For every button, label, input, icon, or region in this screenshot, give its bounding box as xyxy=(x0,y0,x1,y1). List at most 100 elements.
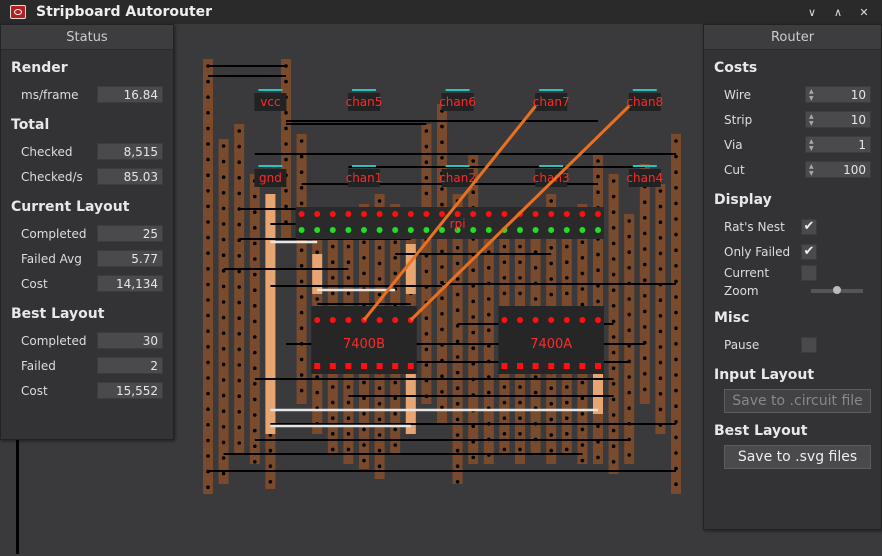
strip-hole xyxy=(611,257,616,261)
strip-hole xyxy=(658,251,663,256)
spin-arrows-icon[interactable]: ▲ ▼ xyxy=(809,88,814,102)
strip-hole xyxy=(221,456,226,460)
strip-hole xyxy=(565,385,569,389)
strip-hole xyxy=(221,315,226,320)
strip-hole xyxy=(596,190,600,194)
checked-value: 8,515 xyxy=(97,143,163,160)
strip-hole xyxy=(253,210,257,214)
strip-hole xyxy=(377,261,382,266)
save-svg-button[interactable]: Save to .svg files xyxy=(724,445,871,469)
spin-arrows-icon[interactable]: ▲ ▼ xyxy=(809,113,814,127)
rpi-pin xyxy=(501,211,508,217)
rpi-pin xyxy=(517,227,523,233)
strip-hole xyxy=(596,268,600,272)
rpi-pin xyxy=(345,211,352,217)
strip-hole xyxy=(206,204,210,209)
strip-hole xyxy=(299,139,304,143)
strip-hole xyxy=(487,328,491,333)
strip-hole xyxy=(299,326,304,331)
wire-cost-spinbox[interactable]: ▲ ▼ 10 xyxy=(805,86,871,103)
strip-hole xyxy=(237,254,241,258)
strip-hole xyxy=(627,266,631,270)
strip-hole xyxy=(455,464,460,469)
strip-hole xyxy=(611,319,616,324)
strip-hole xyxy=(627,328,631,333)
strip-hole xyxy=(643,294,647,298)
strip-hole xyxy=(611,272,616,277)
strip-hole xyxy=(611,179,616,183)
rpi-pin xyxy=(579,211,586,217)
only-failed-checkbox[interactable]: ✔ xyxy=(801,243,817,260)
close-button[interactable]: ✕ xyxy=(854,3,874,21)
zoom-slider[interactable] xyxy=(811,286,863,294)
rpi-pin xyxy=(361,227,367,233)
strip-hole xyxy=(221,144,226,148)
strip-hole xyxy=(627,406,631,411)
strip-hole xyxy=(627,219,631,223)
spin-arrows-icon[interactable]: ▲ ▼ xyxy=(809,163,814,177)
strip-hole xyxy=(549,292,553,297)
strip-hole xyxy=(362,427,366,432)
strip-hole xyxy=(611,226,616,230)
strip-hole xyxy=(455,370,460,375)
strip-hole xyxy=(565,416,569,421)
rpi-pin xyxy=(485,211,492,217)
strip-hole xyxy=(643,372,647,376)
strip-hole xyxy=(377,246,382,250)
rpi-pin xyxy=(595,211,601,217)
chip-7400a-pin xyxy=(579,317,586,323)
strip-hole xyxy=(580,458,585,463)
strip-cost-value: 10 xyxy=(850,113,866,127)
save-circuit-button[interactable]: Save to .circuit file xyxy=(724,389,871,413)
strip-hole xyxy=(471,346,476,351)
rpi-pin xyxy=(345,227,352,233)
strip-hole xyxy=(346,400,351,405)
rpi-pin xyxy=(329,211,336,217)
cut-cost-spinbox[interactable]: ▲ ▼ 100 xyxy=(805,161,871,178)
chip-7400b-pin xyxy=(392,363,399,369)
strip-hole xyxy=(440,140,444,144)
strip-hole xyxy=(346,260,351,264)
strip-hole xyxy=(596,299,600,304)
strip-hole xyxy=(471,330,476,335)
pause-label: Pause xyxy=(724,337,760,352)
strip-hole xyxy=(440,156,444,160)
strip-hole xyxy=(658,267,663,271)
chip-7400a-pin xyxy=(563,363,570,369)
strip-hole xyxy=(424,269,429,274)
chip-7400a-pin xyxy=(532,363,539,369)
strip-hole xyxy=(533,266,538,270)
checked-per-sec-label: Checked/s xyxy=(21,169,83,184)
via-cost-spinbox[interactable]: ▲ ▼ 1 xyxy=(805,136,871,153)
rpi-pin xyxy=(314,211,321,217)
zoom-slider-handle[interactable] xyxy=(833,286,841,294)
chip-7400b-pin xyxy=(314,363,321,369)
strip-hole xyxy=(611,382,616,386)
strip-hole xyxy=(565,244,569,249)
strip xyxy=(468,154,479,464)
strip-hole xyxy=(284,157,288,162)
maximize-button[interactable]: ∧ xyxy=(828,3,848,21)
rpi-pin xyxy=(532,227,539,233)
strip-hole xyxy=(253,350,257,355)
strip-hole xyxy=(268,448,273,453)
strip-hole xyxy=(253,288,257,293)
strip-hole xyxy=(393,380,398,385)
current-checkbox[interactable] xyxy=(801,265,817,281)
rpi-pin xyxy=(532,211,539,217)
chip-7400b-pin xyxy=(376,317,383,323)
rpi-pin xyxy=(376,227,383,233)
strip-hole xyxy=(299,186,304,190)
strip-hole xyxy=(299,248,304,252)
strip-hole xyxy=(658,236,663,240)
spin-arrows-icon[interactable]: ▲ ▼ xyxy=(809,138,814,152)
strip-hole xyxy=(533,297,538,301)
current-completed-value: 25 xyxy=(97,225,163,242)
strip-cost-spinbox[interactable]: ▲ ▼ 10 xyxy=(805,111,871,128)
rats-nest-checkbox[interactable]: ✔ xyxy=(801,218,817,235)
minimize-button[interactable]: ∨ xyxy=(802,3,822,21)
strip-hole xyxy=(299,295,304,299)
strip-hole xyxy=(268,464,273,469)
pause-checkbox[interactable] xyxy=(801,336,817,353)
strip-hole xyxy=(237,316,241,321)
